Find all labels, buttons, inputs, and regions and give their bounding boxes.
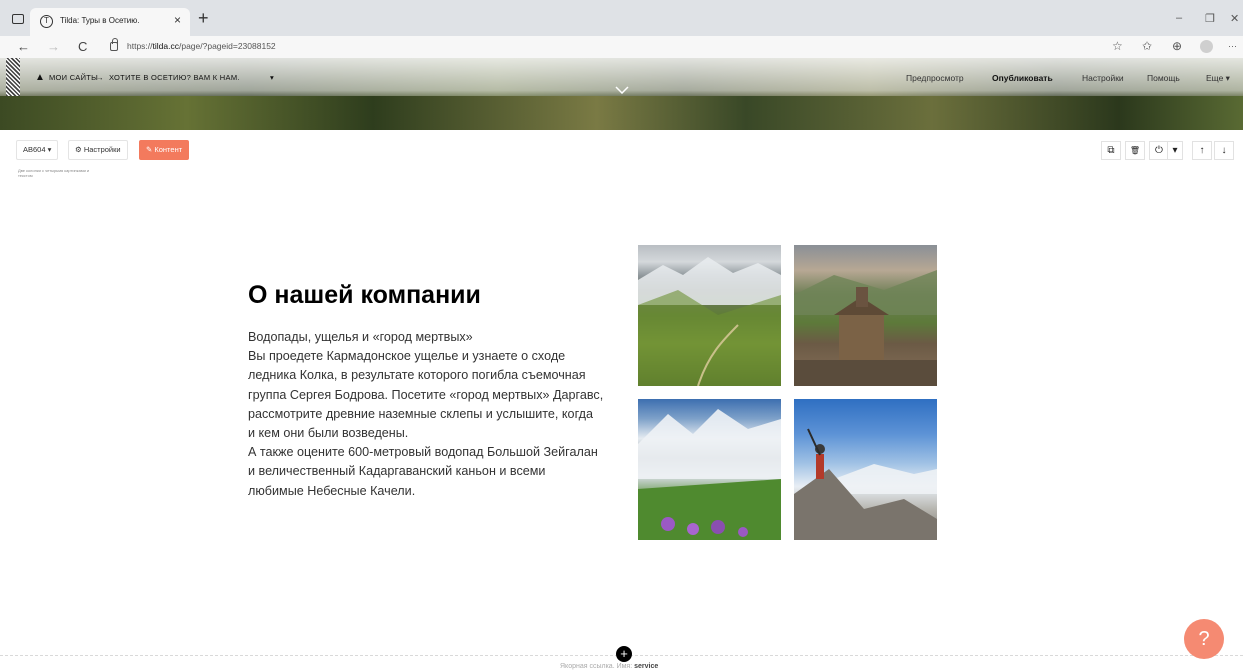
more-menu-icon[interactable]: ··· (1228, 41, 1237, 51)
block-content-button[interactable]: ✎ Контент (139, 140, 190, 160)
address-bar: ← → C https://tilda.cc/page/?pageid=2308… (0, 36, 1243, 58)
section-paragraph: Водопады, ущелья и «город мертвых» Вы пр… (248, 328, 628, 501)
scroll-down-chevron-icon (615, 86, 629, 94)
add-block-button[interactable]: + (616, 646, 632, 662)
tab-title: Tilda: Туры в Осетию. (60, 16, 140, 25)
browser-tab[interactable]: T Tilda: Туры в Осетию. × (30, 8, 190, 36)
forward-button[interactable]: → (47, 39, 60, 55)
preview-link[interactable]: Предпросмотр (906, 73, 964, 83)
move-block-up-icon[interactable]: ↑ (1192, 141, 1212, 160)
delete-block-icon[interactable]: 🗑 (1125, 141, 1145, 160)
block-description: Две колонки с четырьмя картинками и текс… (18, 168, 90, 178)
mountain-valley-photo (638, 245, 781, 386)
read-aloud-icon[interactable]: ☆ (1112, 39, 1123, 53)
new-tab-button[interactable]: + (198, 9, 209, 27)
profile-avatar[interactable] (1200, 40, 1213, 53)
paragraph-line: А также оцените 600-метровый водопад Бол… (248, 445, 598, 460)
paragraph-line: Вы проедете Кармадонское ущелье и узнает… (248, 349, 566, 364)
paragraph-line: группа Сергея Бодрова. Посетите «город м… (248, 387, 604, 402)
restore-button[interactable]: ❐ (1205, 12, 1215, 25)
lock-icon[interactable] (110, 38, 118, 51)
paragraph-line: ледника Колка, в результате которого пог… (248, 368, 586, 383)
tab-actions-icon[interactable] (12, 14, 24, 24)
favorites-icon[interactable]: ✩ (1142, 39, 1152, 53)
help-button[interactable]: ? (1184, 619, 1224, 659)
paragraph-line: и кем они были возведены. (248, 426, 409, 441)
close-window-button[interactable]: ✕ (1230, 12, 1239, 25)
paragraph-line: и величественный Кадаргаванский каньон и… (248, 464, 546, 479)
breadcrumb-separator: → (96, 73, 104, 82)
home-icon[interactable]: ▲ (35, 72, 45, 83)
paragraph-line: любимые Небесные Качели. (248, 483, 416, 498)
gear-icon: ⚙ (75, 145, 84, 154)
tilda-favicon-icon: T (40, 15, 53, 28)
breadcrumb-caret-icon[interactable]: ▾ (270, 73, 274, 82)
help-link[interactable]: Помощь (1147, 73, 1180, 83)
more-link[interactable]: Еще ▾ (1206, 73, 1230, 84)
paragraph-line: рассмотрите древние наземные склепы и ус… (248, 406, 593, 421)
block-settings-button[interactable]: ⚙ Настройки (68, 140, 128, 160)
publish-button[interactable]: Опубликовать (992, 73, 1053, 83)
hide-block-icon[interactable]: ⏻ (1149, 141, 1169, 160)
back-button[interactable]: ← (17, 39, 30, 55)
settings-link[interactable]: Настройки (1082, 73, 1124, 83)
block-id-dropdown[interactable]: AB604 ▾ (16, 140, 59, 160)
anchor-link-label: Якорная ссылка. Имя: service (560, 663, 659, 670)
breadcrumb-my-sites[interactable]: МОИ САЙТЫ (49, 73, 98, 82)
church-village-photo (794, 245, 937, 386)
minimize-button[interactable]: – (1176, 12, 1182, 24)
browser-tab-bar: T Tilda: Туры в Осетию. × + – ❐ ✕ (0, 0, 1243, 36)
reload-button[interactable]: C (78, 39, 87, 55)
section-heading: О нашей компании (248, 281, 481, 309)
paragraph-line: Водопады, ущелья и «город мертвых» (248, 330, 473, 344)
url-field[interactable]: https://tilda.cc/page/?pageid=23088152 (127, 41, 276, 51)
move-block-down-icon[interactable]: ↓ (1214, 141, 1234, 160)
hiker-summit-photo (794, 399, 937, 540)
snowy-peaks-flowers-photo (638, 399, 781, 540)
breadcrumb-page-title[interactable]: ХОТИТЕ В ОСЕТИЮ? ВАМ К НАМ. (109, 73, 240, 82)
hero-grass-strip (0, 96, 1243, 130)
block-options-dropdown-icon[interactable]: ▾ (1167, 141, 1183, 160)
duplicate-block-icon[interactable]: ⧉ (1101, 141, 1121, 160)
collections-icon[interactable]: ⊕ (1172, 39, 1182, 53)
tab-close-icon[interactable]: × (174, 13, 181, 27)
